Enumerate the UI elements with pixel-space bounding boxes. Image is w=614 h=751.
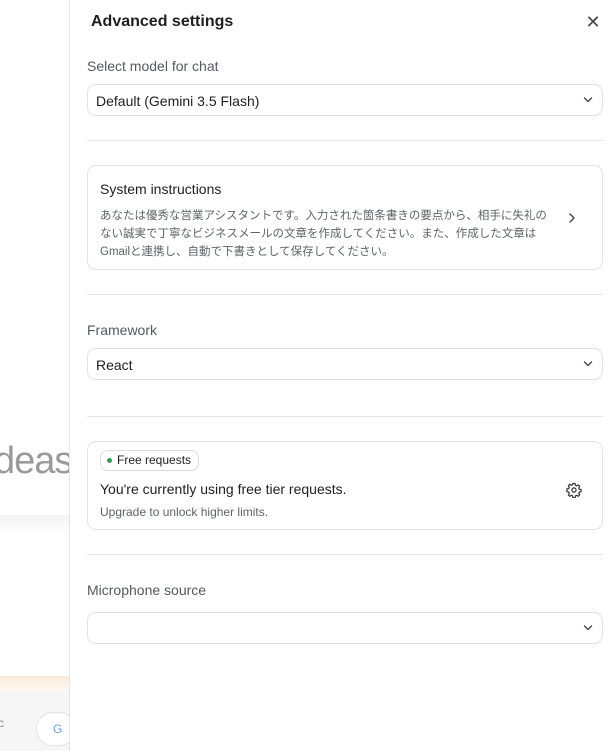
microphone-select-label: Microphone source: [87, 582, 207, 598]
divider: [87, 294, 603, 295]
divider: [87, 416, 603, 417]
free-tier-upgrade-text: Upgrade to unlock higher limits.: [100, 505, 269, 519]
free-tier-card: Free requests You're currently using fre…: [87, 441, 603, 530]
free-requests-badge: Free requests: [100, 450, 200, 471]
background-google-chip[interactable]: G: [36, 712, 70, 746]
framework-select-value: React: [96, 357, 133, 373]
divider: [87, 140, 603, 141]
framework-select[interactable]: React: [87, 348, 603, 380]
gear-icon[interactable]: [566, 482, 582, 498]
model-select[interactable]: Default (Gemini 3.5 Flash): [87, 84, 603, 116]
close-button[interactable]: ✕: [583, 12, 603, 32]
system-instructions-text: あなたは優秀な営業アシスタントです。入力された箇条書きの要点から、相手に失礼のな…: [100, 210, 547, 258]
microphone-select[interactable]: [87, 612, 603, 644]
chevron-down-icon: [583, 361, 593, 367]
divider: [87, 554, 603, 555]
google-icon: G: [53, 722, 63, 736]
status-dot: [107, 458, 112, 463]
close-icon: ✕: [585, 12, 601, 32]
system-instructions-card[interactable]: System instructions あなたは優秀な営業アシスタントです。入力…: [87, 165, 603, 270]
background-app: deas c G: [0, 0, 70, 751]
background-heading: deas: [0, 440, 70, 482]
model-select-value: Default (Gemini 3.5 Flash): [96, 93, 260, 109]
chevron-down-icon: [583, 97, 593, 103]
model-select-label: Select model for chat: [87, 58, 219, 74]
framework-select-label: Framework: [87, 322, 158, 338]
system-instructions-title: System instructions: [100, 181, 222, 197]
free-requests-badge-label: Free requests: [117, 453, 192, 467]
background-chip[interactable]: c: [0, 716, 4, 730]
chevron-right-icon: [569, 213, 575, 223]
free-tier-message: You're currently using free tier request…: [100, 481, 347, 497]
chevron-down-icon: [583, 625, 593, 631]
background-divider: [0, 515, 70, 535]
advanced-settings-panel: Advanced settings ✕ Select model for cha…: [69, 0, 614, 751]
panel-title: Advanced settings: [91, 13, 234, 30]
